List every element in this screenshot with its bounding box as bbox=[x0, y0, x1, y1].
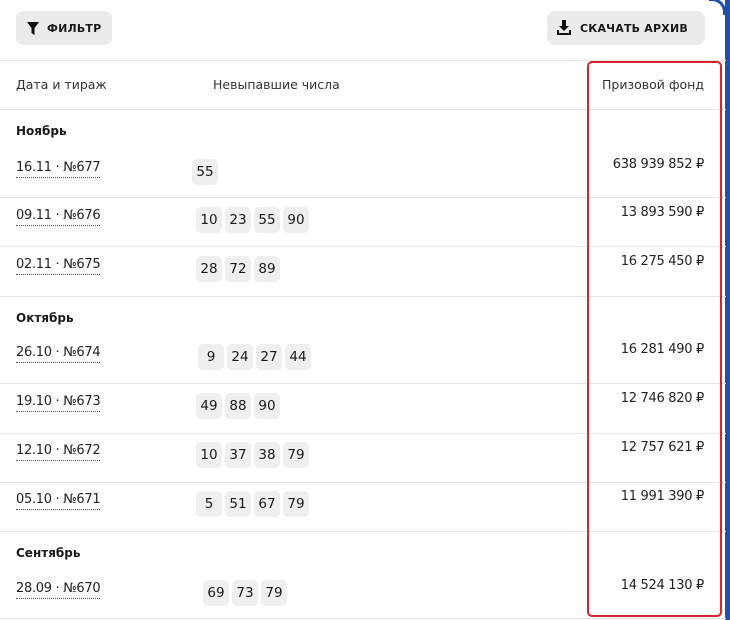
filter-icon bbox=[27, 21, 39, 35]
number-chip: 10 bbox=[196, 207, 222, 233]
missing-numbers: 10 37 38 79 bbox=[196, 442, 309, 468]
number-chip: 9 bbox=[198, 344, 224, 370]
divider bbox=[0, 618, 726, 619]
prize-fund: 12 746 820 ₽ bbox=[620, 391, 705, 406]
number-chip: 44 bbox=[285, 344, 311, 370]
divider bbox=[0, 60, 726, 61]
divider bbox=[0, 482, 726, 483]
number-chip: 90 bbox=[283, 207, 309, 233]
download-icon bbox=[557, 20, 571, 35]
divider bbox=[0, 109, 726, 110]
month-heading: Сентябрь bbox=[16, 546, 81, 560]
missing-numbers: 55 bbox=[192, 159, 218, 185]
number-chip: 67 bbox=[254, 491, 280, 517]
divider bbox=[0, 296, 726, 297]
prize-fund: 11 991 390 ₽ bbox=[620, 489, 705, 504]
prize-fund: 16 275 450 ₽ bbox=[620, 254, 705, 269]
divider bbox=[0, 433, 726, 434]
number-chip: 5 bbox=[196, 491, 222, 517]
draw-link[interactable]: 19.10 · №673 bbox=[16, 394, 101, 412]
number-chip: 72 bbox=[225, 256, 251, 282]
draw-link[interactable]: 05.10 · №671 bbox=[16, 492, 101, 510]
prize-fund: 12 757 621 ₽ bbox=[620, 440, 705, 455]
number-chip: 24 bbox=[227, 344, 253, 370]
number-chip: 55 bbox=[192, 159, 218, 185]
missing-numbers: 49 88 90 bbox=[196, 393, 280, 419]
month-heading: Ноябрь bbox=[16, 124, 67, 138]
number-chip: 69 bbox=[203, 580, 229, 606]
number-chip: 28 bbox=[196, 256, 222, 282]
draw-link[interactable]: 26.10 · №674 bbox=[16, 345, 101, 363]
draw-link[interactable]: 09.11 · №676 bbox=[16, 208, 101, 226]
number-chip: 55 bbox=[254, 207, 280, 233]
number-chip: 37 bbox=[225, 442, 251, 468]
number-chip: 88 bbox=[225, 393, 251, 419]
column-header-prize: Призовой фонд bbox=[601, 77, 704, 92]
window-edge bbox=[725, 0, 730, 620]
number-chip: 73 bbox=[232, 580, 258, 606]
column-header-date: Дата и тираж bbox=[16, 77, 107, 92]
number-chip: 79 bbox=[283, 491, 309, 517]
column-header-numbers: Невыпавшие числа bbox=[213, 77, 340, 92]
number-chip: 23 bbox=[225, 207, 251, 233]
number-chip: 27 bbox=[256, 344, 282, 370]
missing-numbers: 69 73 79 bbox=[203, 580, 287, 606]
missing-numbers: 9 24 27 44 bbox=[198, 344, 311, 370]
filter-button[interactable]: ФИЛЬТР bbox=[16, 11, 112, 45]
draw-link[interactable]: 16.11 · №677 bbox=[16, 160, 101, 178]
draw-link[interactable]: 02.11 · №675 bbox=[16, 257, 101, 275]
prize-fund: 16 281 490 ₽ bbox=[620, 342, 705, 357]
number-chip: 10 bbox=[196, 442, 222, 468]
filter-button-label: ФИЛЬТР bbox=[47, 21, 102, 35]
prize-fund: 638 939 852 ₽ bbox=[612, 157, 705, 172]
divider bbox=[0, 197, 726, 198]
missing-numbers: 5 51 67 79 bbox=[196, 491, 309, 517]
number-chip: 49 bbox=[196, 393, 222, 419]
divider bbox=[0, 531, 726, 532]
divider bbox=[0, 383, 726, 384]
number-chip: 38 bbox=[254, 442, 280, 468]
window-corner bbox=[709, 0, 726, 15]
prize-fund: 13 893 590 ₽ bbox=[620, 205, 705, 220]
month-heading: Октябрь bbox=[16, 311, 74, 325]
number-chip: 79 bbox=[283, 442, 309, 468]
download-archive-button[interactable]: СКАЧАТЬ АРХИВ bbox=[547, 11, 705, 45]
prize-column-highlight bbox=[587, 61, 722, 617]
number-chip: 79 bbox=[261, 580, 287, 606]
prize-fund: 14 524 130 ₽ bbox=[620, 578, 705, 593]
number-chip: 90 bbox=[254, 393, 280, 419]
draw-link[interactable]: 12.10 · №672 bbox=[16, 443, 101, 461]
number-chip: 89 bbox=[254, 256, 280, 282]
draw-link[interactable]: 28.09 · №670 bbox=[16, 581, 101, 599]
divider bbox=[0, 246, 726, 247]
missing-numbers: 28 72 89 bbox=[196, 256, 280, 282]
number-chip: 51 bbox=[225, 491, 251, 517]
missing-numbers: 10 23 55 90 bbox=[196, 207, 309, 233]
download-archive-label: СКАЧАТЬ АРХИВ bbox=[580, 21, 688, 35]
